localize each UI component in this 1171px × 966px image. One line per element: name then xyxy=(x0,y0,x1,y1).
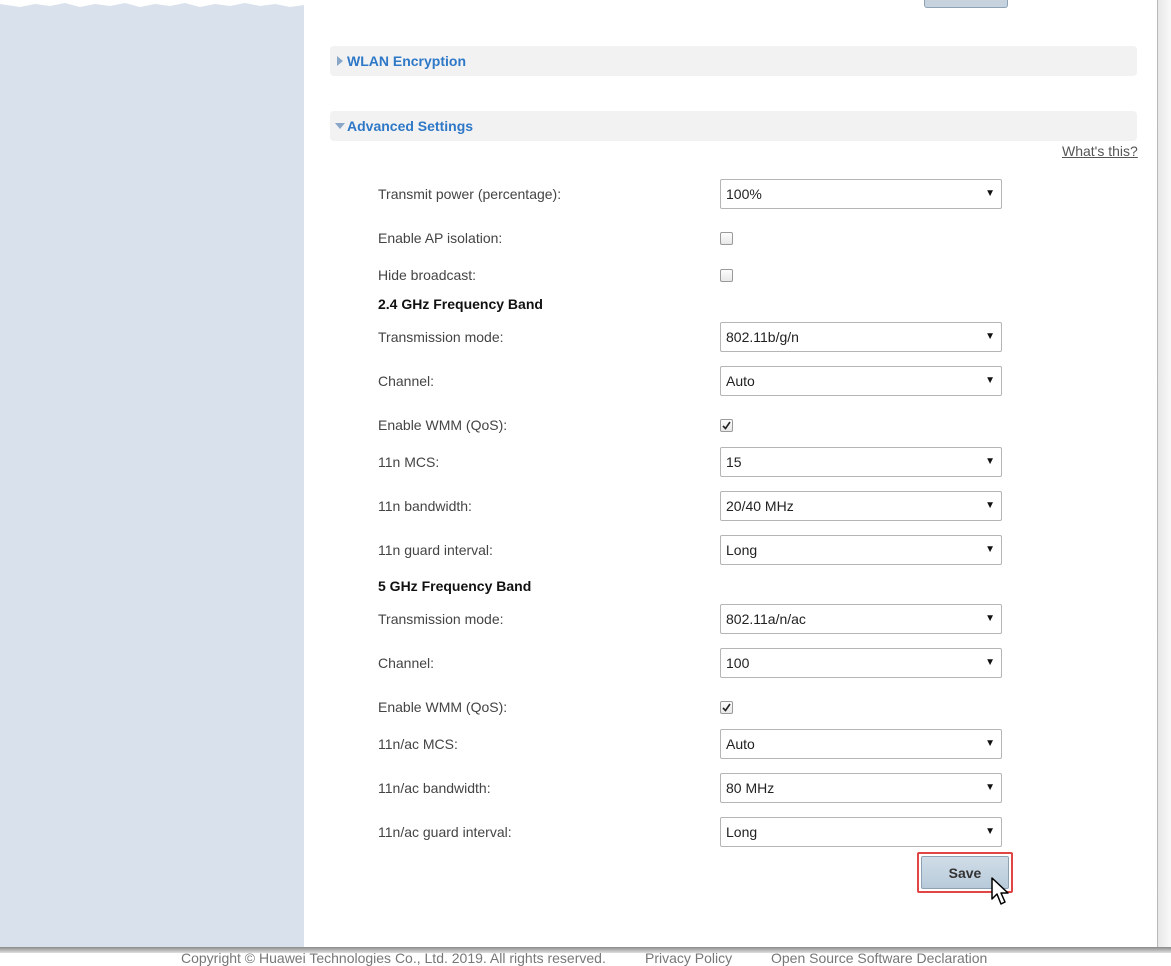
ap-isolation-checkbox[interactable] xyxy=(720,232,733,245)
band-5-bandwidth-select[interactable]: 80 MHz ▼ xyxy=(720,773,1002,803)
band-5-transmission-mode-select[interactable]: 802.11a/n/ac ▼ xyxy=(720,604,1002,634)
check-icon xyxy=(722,421,731,430)
band-5-bandwidth-label: 11n/ac bandwidth: xyxy=(378,780,491,796)
band-24-mcs-select[interactable]: 15 ▼ xyxy=(720,447,1002,477)
caret-down-icon: ▼ xyxy=(985,782,995,793)
triangle-right-icon xyxy=(333,56,347,66)
band-5-guard-interval-label: 11n/ac guard interval: xyxy=(378,824,512,840)
caret-down-icon: ▼ xyxy=(985,738,995,749)
hide-broadcast-checkbox[interactable] xyxy=(720,269,733,282)
band-24-transmission-mode-value: 802.11b/g/n xyxy=(726,329,799,345)
footer: Copyright © Huawei Technologies Co., Ltd… xyxy=(0,951,1171,966)
band-5-channel-label: Channel: xyxy=(378,655,435,671)
transmit-power-select[interactable]: 100% ▼ xyxy=(720,179,1002,209)
section-title-wlan-encryption: WLAN Encryption xyxy=(347,53,466,69)
caret-down-icon: ▼ xyxy=(985,456,995,467)
band-5-mcs-value: Auto xyxy=(726,736,755,752)
band-24-channel-select[interactable]: Auto ▼ xyxy=(720,366,1002,396)
band-24-channel-value: Auto xyxy=(726,373,755,389)
band-5-mcs-label: 11n/ac MCS: xyxy=(378,736,458,752)
band-24-wmm-checkbox[interactable] xyxy=(720,419,733,432)
caret-down-icon: ▼ xyxy=(985,657,995,668)
hide-broadcast-label: Hide broadcast: xyxy=(378,267,477,283)
band-5-title: 5 GHz Frequency Band xyxy=(378,578,532,594)
left-sidebar xyxy=(0,0,304,950)
band-5-guard-interval-select[interactable]: Long ▼ xyxy=(720,817,1002,847)
transmit-power-value: 100% xyxy=(726,186,762,202)
footer-privacy-link[interactable]: Privacy Policy xyxy=(645,951,732,966)
caret-down-icon: ▼ xyxy=(985,544,995,555)
band-5-channel-value: 100 xyxy=(726,655,750,671)
band-5-channel-select[interactable]: 100 ▼ xyxy=(720,648,1002,678)
band-5-transmission-mode-value: 802.11a/n/ac xyxy=(726,611,806,627)
band-5-wmm-label: Enable WMM (QoS): xyxy=(378,699,508,715)
band-24-channel-label: Channel: xyxy=(378,373,435,389)
band-24-transmission-mode-label: Transmission mode: xyxy=(378,329,504,345)
band-24-guard-interval-select[interactable]: Long ▼ xyxy=(720,535,1002,565)
caret-down-icon: ▼ xyxy=(985,331,995,342)
section-title-advanced-settings: Advanced Settings xyxy=(347,118,474,134)
caret-down-icon: ▼ xyxy=(985,375,995,386)
torn-edge-decoration xyxy=(0,0,304,7)
caret-down-icon: ▼ xyxy=(985,188,995,199)
section-advanced-settings[interactable]: Advanced Settings xyxy=(330,111,1137,141)
band-24-bandwidth-select[interactable]: 20/40 MHz ▼ xyxy=(720,491,1002,521)
caret-down-icon: ▼ xyxy=(985,500,995,511)
band-24-mcs-value: 15 xyxy=(726,454,742,470)
band-24-title: 2.4 GHz Frequency Band xyxy=(378,296,543,312)
hand-pointer-icon xyxy=(991,877,1009,905)
transmit-power-label: Transmit power (percentage): xyxy=(378,186,562,202)
band-5-guard-interval-value: Long xyxy=(726,824,758,840)
caret-down-icon: ▼ xyxy=(985,826,995,837)
band-24-bandwidth-value: 20/40 MHz xyxy=(726,498,794,514)
band-5-wmm-checkbox[interactable] xyxy=(720,701,733,714)
ap-isolation-label: Enable AP isolation: xyxy=(378,230,503,246)
band-24-mcs-label: 11n MCS: xyxy=(378,454,440,470)
band-24-wmm-label: Enable WMM (QoS): xyxy=(378,417,508,433)
band-5-bandwidth-value: 80 MHz xyxy=(726,780,775,796)
check-icon xyxy=(722,703,731,712)
band-24-guard-interval-value: Long xyxy=(726,542,758,558)
band-5-transmission-mode-label: Transmission mode: xyxy=(378,611,504,627)
band-5-mcs-select[interactable]: Auto ▼ xyxy=(720,729,1002,759)
window-edge xyxy=(1157,0,1171,950)
band-24-bandwidth-label: 11n bandwidth: xyxy=(378,498,472,514)
band-24-guard-interval-label: 11n guard interval: xyxy=(378,542,493,558)
footer-open-source-link[interactable]: Open Source Software Declaration xyxy=(771,951,987,966)
cut-off-button[interactable] xyxy=(924,0,1008,8)
triangle-down-icon xyxy=(333,122,347,130)
whats-this-link[interactable]: What's this? xyxy=(1062,143,1138,159)
caret-down-icon: ▼ xyxy=(985,613,995,624)
section-wlan-encryption[interactable]: WLAN Encryption xyxy=(330,46,1137,76)
footer-copyright: Copyright © Huawei Technologies Co., Ltd… xyxy=(181,950,606,966)
band-24-transmission-mode-select[interactable]: 802.11b/g/n ▼ xyxy=(720,322,1002,352)
